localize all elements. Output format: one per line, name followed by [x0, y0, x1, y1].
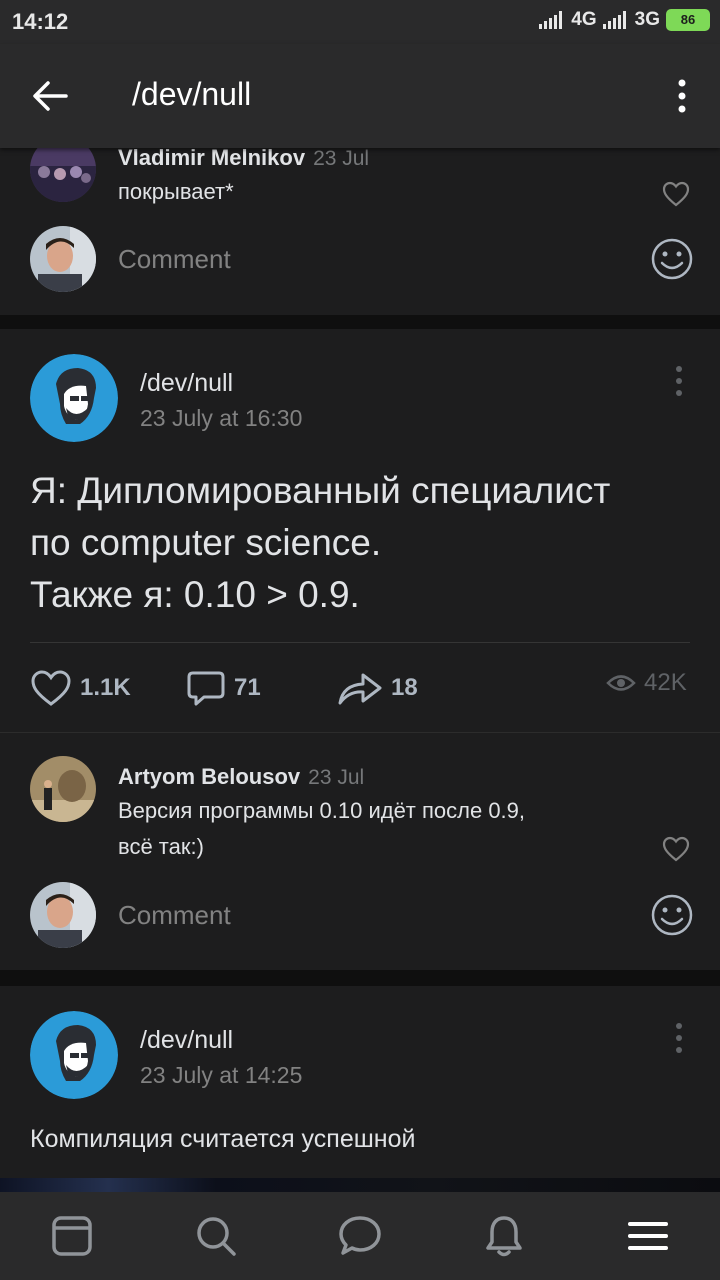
battery-icon: 86	[666, 9, 710, 31]
smile-icon[interactable]	[650, 237, 694, 281]
post-image-preview[interactable]	[0, 1178, 720, 1192]
more-vertical-icon[interactable]	[673, 1022, 685, 1054]
divider	[30, 642, 690, 643]
comment-text-line: Версия программы 0.10 идёт после 0.9,	[118, 798, 526, 823]
post-date[interactable]: 23 July at 14:25	[140, 1062, 302, 1089]
signal-icon	[539, 11, 563, 29]
more-vertical-icon[interactable]	[673, 365, 685, 397]
signal-icon	[602, 11, 626, 29]
post-author[interactable]: /dev/null	[140, 369, 233, 398]
like-button[interactable]: 1.1K	[30, 669, 131, 707]
speech-bubble-icon	[187, 671, 225, 706]
comment-author[interactable]: Vladimir Melnikov 23 Jul	[118, 145, 369, 171]
comment-text: покрывает*	[118, 179, 234, 204]
eye-icon	[606, 675, 636, 691]
shares-count: 18	[391, 674, 418, 701]
share-arrow-icon	[338, 673, 382, 705]
page-title: /dev/null	[132, 76, 252, 112]
status-time: 14:12	[12, 9, 69, 34]
post-card: /dev/null 23 July at 14:25 Компиляция сч…	[0, 986, 720, 1192]
share-button[interactable]: 18	[337, 669, 418, 707]
menu-icon[interactable]	[624, 1212, 672, 1260]
comment-date: 23 Jul	[308, 766, 365, 789]
post-text-line: Я: Дипломированный специалист	[30, 470, 611, 511]
comments-button[interactable]: 71	[186, 669, 261, 707]
my-avatar	[30, 882, 96, 948]
post-text-line: по computer science.	[30, 522, 382, 563]
community-avatar[interactable]	[30, 354, 118, 442]
separator	[0, 732, 720, 733]
post-date[interactable]: 23 July at 16:30	[140, 405, 302, 432]
post-text: Я: Дипломированный специалист по compute…	[30, 465, 610, 621]
views-count: 42K	[644, 669, 687, 696]
avatar[interactable]	[30, 756, 96, 822]
comment-input[interactable]: Comment	[118, 244, 231, 275]
news-icon[interactable]	[48, 1212, 96, 1260]
author-name[interactable]: Artyom Belousov	[118, 764, 300, 789]
my-avatar	[30, 226, 96, 292]
bottom-navigation	[0, 1192, 720, 1280]
comment-text-line: всё так:)	[118, 834, 204, 859]
comment-date: 23 Jul	[313, 147, 370, 170]
likes-count: 1.1K	[80, 674, 131, 701]
comment-author[interactable]: Artyom Belousov 23 Jul	[118, 764, 364, 790]
post-text-line: Также я: 0.10 > 0.9.	[30, 574, 360, 615]
post-actions: 1.1K 71 18 42K	[0, 665, 720, 715]
smile-icon[interactable]	[650, 893, 694, 937]
post-card: /dev/null 23 July at 16:30 Я: Дипломиров…	[0, 329, 720, 970]
comment-input[interactable]: Comment	[118, 900, 231, 931]
arrow-left-icon[interactable]	[30, 78, 70, 114]
post-author[interactable]: /dev/null	[140, 1026, 233, 1055]
heart-icon	[31, 670, 71, 706]
status-bar: 14:12 4G 3G 86	[0, 0, 720, 44]
previous-post-comments: Vladimir Melnikov 23 Jul покрывает* Comme…	[0, 136, 720, 315]
post-text: Компиляция считается успешной	[30, 1125, 416, 1153]
heart-icon[interactable]	[662, 836, 690, 862]
network-type-1: 4G	[571, 9, 597, 30]
more-vertical-icon[interactable]	[672, 78, 692, 114]
search-icon[interactable]	[192, 1212, 240, 1260]
comments-count: 71	[234, 674, 261, 701]
heart-icon[interactable]	[662, 181, 690, 207]
messages-icon[interactable]	[336, 1212, 384, 1260]
author-name[interactable]: Vladimir Melnikov	[118, 145, 305, 170]
community-avatar[interactable]	[30, 1011, 118, 1099]
notifications-icon[interactable]	[480, 1212, 528, 1260]
comment-text: Версия программы 0.10 идёт после 0.9, вс…	[118, 793, 525, 865]
views-counter: 42K	[606, 669, 687, 697]
status-indicators: 4G 3G 86	[539, 9, 710, 31]
app-bar: /dev/null	[0, 44, 720, 148]
network-type-2: 3G	[634, 9, 660, 30]
